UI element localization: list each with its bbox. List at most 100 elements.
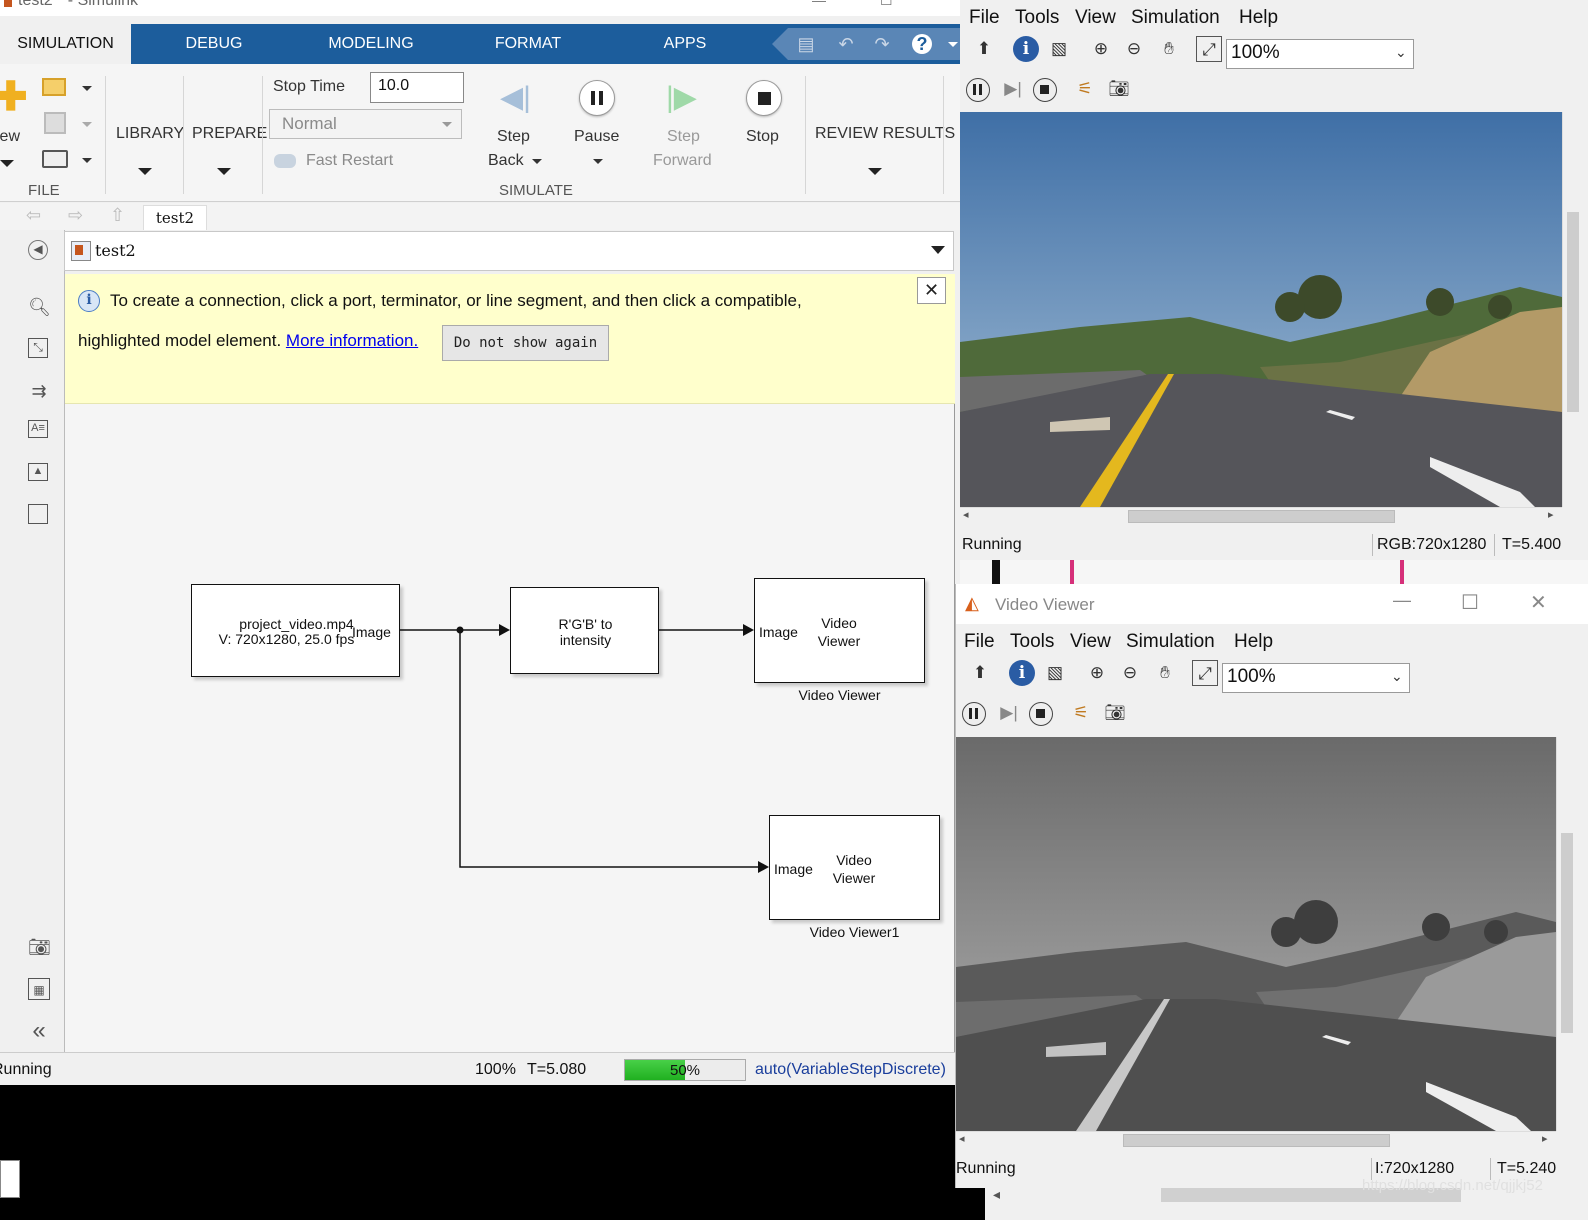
rgb-to-intensity-block[interactable]: R'G'B' to intensity [510, 587, 659, 674]
zoom-select[interactable]: 100% ⌄ [1226, 39, 1414, 69]
open-folder-icon[interactable] [42, 78, 66, 96]
menu-tools[interactable]: Tools [1015, 7, 1059, 29]
menu-file[interactable]: File [964, 631, 995, 653]
zoom-in-icon[interactable]: ⊕ [1084, 660, 1110, 686]
maximize-button[interactable]: ☐ [880, 0, 893, 9]
menu-help[interactable]: Help [1239, 7, 1278, 29]
back-arrow-icon[interactable]: ⇦ [26, 205, 41, 226]
tab-apps[interactable]: APPS [650, 24, 720, 64]
video-source-block[interactable]: project_video.mp4 V: 720x1280, 25.0 fps … [191, 584, 400, 677]
chevron-down-icon[interactable] [82, 122, 92, 127]
solver-link[interactable]: auto(VariableStepDiscrete) [755, 1061, 946, 1079]
tab-debug[interactable]: DEBUG [170, 24, 258, 64]
chevron-down-icon[interactable] [82, 86, 92, 91]
fit-to-view-icon[interactable]: ⤡ [28, 338, 48, 358]
info-icon[interactable]: i [1009, 660, 1035, 686]
taskbar-item[interactable] [0, 1160, 20, 1198]
zoom-in-icon[interactable]: ⊕ [1088, 36, 1114, 62]
address-bar[interactable]: test2 [64, 231, 954, 271]
up-arrow-icon[interactable]: ⇧ [110, 205, 125, 226]
menu-simulation[interactable]: Simulation [1131, 7, 1220, 29]
breadcrumb-tab[interactable]: test2 [143, 205, 207, 230]
vertical-scrollbar-thumb[interactable] [1567, 212, 1579, 412]
zoom-out-icon[interactable]: ⊖ [1117, 660, 1143, 686]
vertical-scrollbar[interactable] [1556, 737, 1588, 1131]
model-canvas[interactable]: project_video.mp4 V: 720x1280, 25.0 fps … [65, 404, 955, 1052]
pause-icon[interactable] [966, 78, 990, 102]
chevron-down-icon[interactable] [138, 168, 152, 175]
scroll-left-icon[interactable]: ◂ [993, 1186, 1000, 1203]
menu-view[interactable]: View [1070, 631, 1111, 653]
scroll-right-icon[interactable]: ▸ [1542, 1132, 1548, 1145]
minimize-button[interactable]: — [1393, 590, 1411, 611]
new-button-label[interactable]: New [0, 128, 20, 146]
chevron-down-icon[interactable] [868, 168, 882, 175]
colormap-icon[interactable]: ▧ [1046, 36, 1072, 62]
highlight-block-icon[interactable]: ⚟ [1068, 700, 1094, 726]
redo-icon[interactable]: ↷ [872, 34, 892, 54]
zoom-in-icon[interactable]: 🔍︎ [28, 296, 51, 318]
go-to-model-icon[interactable]: ⬆ [967, 660, 993, 686]
step-back-label-1[interactable]: Step [497, 128, 530, 146]
menu-help[interactable]: Help [1234, 631, 1273, 653]
stop-time-input[interactable]: 10.0 [370, 72, 464, 103]
chevron-down-icon[interactable] [931, 246, 945, 254]
tab-format[interactable]: FORMAT [482, 24, 574, 64]
chevron-down-icon[interactable] [0, 160, 14, 167]
close-button[interactable]: ✕ [1530, 590, 1547, 615]
zoom-out-icon[interactable]: ⊖ [1121, 36, 1147, 62]
step-forward-icon[interactable]: ▶| [996, 700, 1022, 726]
menu-simulation[interactable]: Simulation [1126, 631, 1215, 653]
stop-icon[interactable] [1029, 702, 1053, 726]
chevron-down-icon[interactable] [82, 158, 92, 163]
route-lines-icon[interactable]: ⇉ [28, 380, 50, 402]
scroll-left-icon[interactable]: ◂ [963, 508, 969, 521]
go-to-model-icon[interactable]: ⬆ [971, 36, 997, 62]
simulation-mode-select[interactable]: Normal [269, 109, 462, 139]
vertical-scrollbar-thumb[interactable] [1561, 833, 1573, 1033]
video-viewer-block[interactable]: Image Video Viewer [754, 578, 925, 683]
more-information-link[interactable]: More information. [286, 331, 418, 350]
image-icon[interactable]: ▲ [28, 463, 48, 481]
pause-icon[interactable] [579, 80, 615, 116]
chevron-down-icon[interactable] [593, 159, 603, 164]
library-button[interactable]: LIBRARY [116, 125, 184, 143]
collapse-icon[interactable]: « [28, 1019, 50, 1043]
print-icon[interactable] [42, 150, 68, 168]
fast-restart-button[interactable]: Fast Restart [306, 152, 393, 170]
horizontal-scrollbar[interactable]: ◂ ▸ [960, 507, 1562, 525]
forward-arrow-icon[interactable]: ⇨ [68, 205, 83, 226]
minimize-button[interactable]: — [812, 0, 826, 8]
video-viewer-block-name[interactable]: Video Viewer [754, 687, 925, 703]
colormap-icon[interactable]: ▧ [1042, 660, 1068, 686]
pause-icon[interactable] [962, 702, 986, 726]
menu-file[interactable]: File [969, 7, 1000, 29]
scroll-right-icon[interactable]: ▸ [1548, 508, 1554, 521]
step-forward-icon[interactable]: ▶| [1000, 76, 1026, 102]
pause-button[interactable]: Pause [574, 128, 619, 146]
model-browser-icon[interactable]: ▦ [28, 978, 50, 1000]
horizontal-scrollbar[interactable]: ◂ ▸ [956, 1131, 1556, 1149]
pan-hand-icon[interactable]: ✋︎ [1156, 36, 1182, 62]
vertical-scrollbar[interactable] [1562, 112, 1588, 507]
close-icon[interactable]: ✕ [917, 277, 946, 304]
menu-view[interactable]: View [1075, 7, 1116, 29]
step-back-label-2[interactable]: Back [488, 152, 524, 170]
undo-icon[interactable]: ↶ [836, 34, 856, 54]
menu-tools[interactable]: Tools [1010, 631, 1054, 653]
scroll-left-icon[interactable]: ◂ [959, 1132, 965, 1145]
chevron-down-icon[interactable] [532, 159, 542, 164]
do-not-show-again-button[interactable]: Do not show again [442, 325, 609, 361]
camera-icon[interactable]: 📷︎ [28, 936, 51, 958]
review-results-button[interactable]: REVIEW RESULTS [815, 125, 955, 143]
horizontal-scrollbar-thumb[interactable] [1128, 510, 1395, 523]
step-forward-label-1[interactable]: Step [667, 128, 700, 146]
tab-modeling[interactable]: MODELING [315, 24, 427, 64]
hide-show-browser-icon[interactable]: ◀ [28, 240, 48, 260]
chevron-down-icon[interactable] [217, 168, 231, 175]
help-icon[interactable]: ? [912, 34, 932, 54]
step-forward-icon[interactable]: |▶ [666, 82, 698, 114]
highlight-block-icon[interactable]: ⚟ [1072, 76, 1098, 102]
pan-hand-icon[interactable]: ✋︎ [1152, 660, 1178, 686]
info-icon[interactable]: i [1013, 36, 1039, 62]
